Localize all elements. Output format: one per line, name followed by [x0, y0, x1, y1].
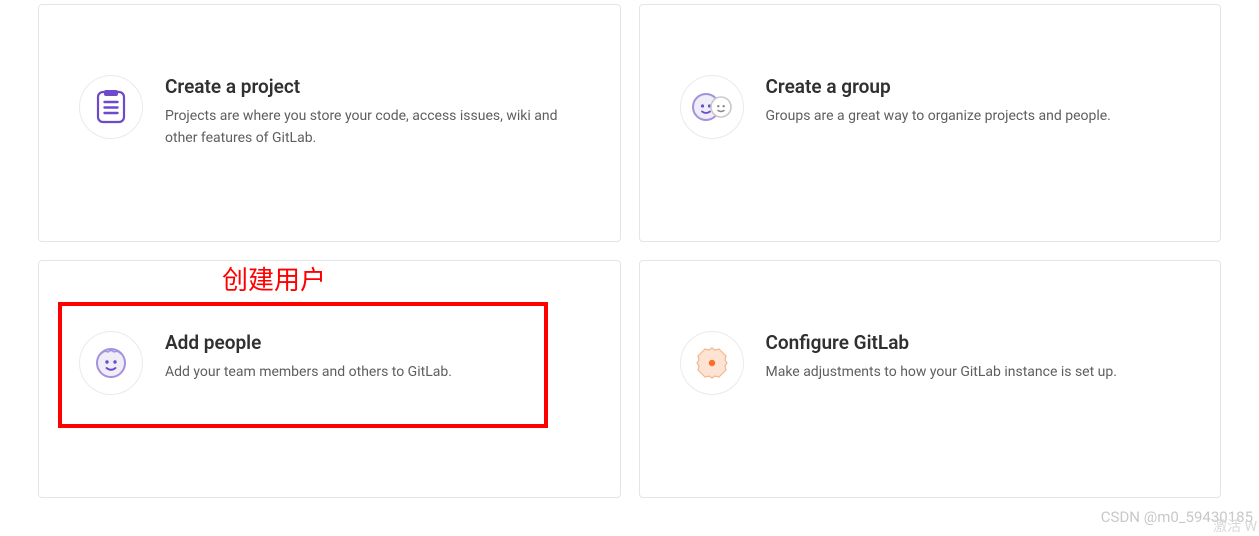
- card-title: Create a group: [766, 75, 1181, 98]
- card-desc: Add your team members and others to GitL…: [165, 362, 580, 384]
- project-icon: [79, 75, 143, 139]
- card-title: Create a project: [165, 75, 580, 98]
- people-icon: [79, 331, 143, 395]
- card-content: Add people Add your team members and oth…: [165, 331, 580, 384]
- group-icon: [680, 75, 744, 139]
- activate-watermark: 激活 W: [1213, 516, 1257, 536]
- card-title: Add people: [165, 331, 580, 354]
- configure-gitlab-card[interactable]: Configure GitLab Make adjustments to how…: [639, 260, 1222, 498]
- create-project-card[interactable]: Create a project Projects are where you …: [38, 4, 621, 242]
- gear-icon: [680, 331, 744, 395]
- annotation-label: 创建用户: [222, 260, 326, 297]
- create-group-card[interactable]: Create a group Groups are a great way to…: [639, 4, 1222, 242]
- card-desc: Groups are a great way to organize proje…: [766, 106, 1181, 128]
- card-desc: Projects are where you store your code, …: [165, 106, 580, 149]
- dashboard-grid: Create a project Projects are where you …: [0, 0, 1259, 518]
- card-content: Configure GitLab Make adjustments to how…: [766, 331, 1181, 384]
- card-desc: Make adjustments to how your GitLab inst…: [766, 362, 1181, 384]
- card-content: Create a group Groups are a great way to…: [766, 75, 1181, 128]
- card-content: Create a project Projects are where you …: [165, 75, 580, 149]
- card-title: Configure GitLab: [766, 331, 1181, 354]
- add-people-card[interactable]: Add people Add your team members and oth…: [38, 260, 621, 498]
